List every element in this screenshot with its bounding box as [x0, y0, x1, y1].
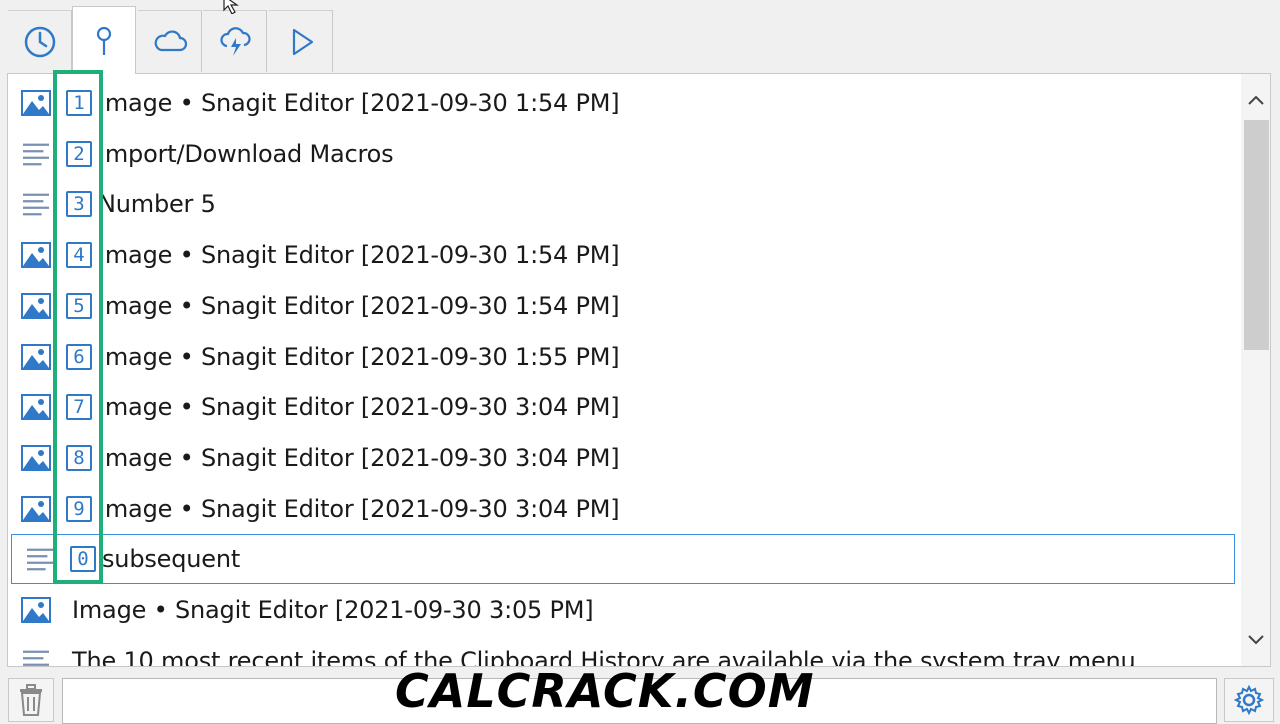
list-item[interactable]: 8 Image • Snagit Editor [2021-09-30 3:04 … [8, 433, 1234, 483]
tab-history[interactable] [8, 10, 72, 72]
clipboard-list[interactable]: 1 Image • Snagit Editor [2021-09-30 1:54 … [7, 73, 1271, 667]
pin-icon [96, 26, 112, 55]
list-item[interactable]: 2 Import/Download Macros [8, 129, 1234, 179]
image-icon [20, 392, 52, 422]
list-item[interactable]: 7 Image • Snagit Editor [2021-09-30 3:04 … [8, 382, 1234, 432]
tab-macros[interactable] [269, 10, 333, 72]
play-icon [292, 28, 313, 55]
list-item[interactable]: 4 Image • Snagit Editor [2021-09-30 1:54 … [8, 230, 1234, 280]
hotkey-number: 0 [70, 546, 96, 573]
image-icon [20, 88, 52, 118]
text-lines-icon [20, 139, 52, 169]
clock-icon [24, 26, 55, 57]
settings-button[interactable] [1224, 678, 1274, 722]
hotkey-number: 3 [66, 191, 92, 218]
hotkey-number: 6 [66, 343, 92, 370]
text-lines-icon [20, 646, 52, 666]
list-item[interactable]: 5 Image • Snagit Editor [2021-09-30 1:54 … [8, 281, 1234, 331]
tab-bar [0, 0, 1280, 74]
chevron-down-icon [1248, 635, 1264, 645]
list-item-label: Image • Snagit Editor [2021-09-30 3:04 P… [98, 494, 620, 523]
trash-icon [20, 684, 42, 716]
list-item-label: Number 5 [98, 190, 216, 219]
list-item-label: Image • Snagit Editor [2021-09-30 1:54 P… [98, 89, 620, 117]
text-lines-icon [20, 189, 52, 219]
hotkey-number: 9 [66, 495, 92, 522]
list-item-label: Image • Snagit Editor [2021-09-30 1:54 P… [98, 241, 620, 270]
hotkey-number: 5 [66, 292, 92, 319]
hotkey-number: 2 [66, 140, 92, 167]
list-item-label: Image • Snagit Editor [2021-09-30 3:04 P… [98, 443, 620, 472]
chevron-up-icon [1248, 95, 1264, 105]
tab-cloud[interactable] [138, 10, 202, 72]
image-icon [20, 443, 52, 473]
image-icon [20, 494, 52, 524]
hotkey-number: 8 [66, 444, 92, 471]
tab-pinned[interactable] [72, 6, 136, 74]
scroll-thumb[interactable] [1244, 120, 1269, 350]
cloud-lightning-icon [219, 26, 251, 56]
image-icon [20, 595, 52, 625]
hotkey-number: 4 [66, 242, 92, 269]
tab-cloud-sync[interactable] [203, 10, 267, 72]
text-lines-icon [24, 544, 56, 574]
image-icon [20, 291, 52, 321]
list-item[interactable]: 9 Image • Snagit Editor [2021-09-30 3:04 … [8, 484, 1234, 534]
image-icon [20, 342, 52, 372]
scroll-up-button[interactable] [1241, 80, 1270, 120]
list-item-label: Image • Snagit Editor [2021-09-30 1:55 P… [98, 342, 620, 371]
list-item-label: Import/Download Macros [98, 139, 394, 168]
delete-button[interactable] [8, 678, 54, 722]
list-item[interactable]: The 10 most recent items of the Clipboar… [8, 636, 1234, 666]
list-item[interactable]: Image • Snagit Editor [2021-09-30 3:05 P… [8, 585, 1234, 635]
scrollbar[interactable] [1241, 74, 1270, 666]
hotkey-number: 1 [66, 90, 92, 116]
list-item[interactable]: 6 Image • Snagit Editor [2021-09-30 1:55 … [8, 332, 1234, 382]
hotkey-number: 7 [66, 394, 92, 421]
image-icon [20, 240, 52, 270]
list-item[interactable]: 0 subsequent [11, 534, 1235, 585]
watermark: CALCRACK.COM [395, 664, 815, 718]
list-item-label: Image • Snagit Editor [2021-09-30 1:54 P… [98, 291, 620, 320]
list-item[interactable]: 3 Number 5 [8, 179, 1234, 229]
mouse-cursor-icon [223, 0, 239, 14]
cloud-icon [154, 29, 187, 51]
list-item[interactable]: 1 Image • Snagit Editor [2021-09-30 1:54 … [8, 78, 1234, 128]
gear-icon [1233, 684, 1265, 716]
scroll-down-button[interactable] [1241, 620, 1270, 660]
list-item-label: Image • Snagit Editor [2021-09-30 3:05 P… [72, 596, 594, 624]
list-item-label: Image • Snagit Editor [2021-09-30 3:04 P… [98, 393, 620, 422]
list-item-label: subsequent [102, 545, 241, 574]
